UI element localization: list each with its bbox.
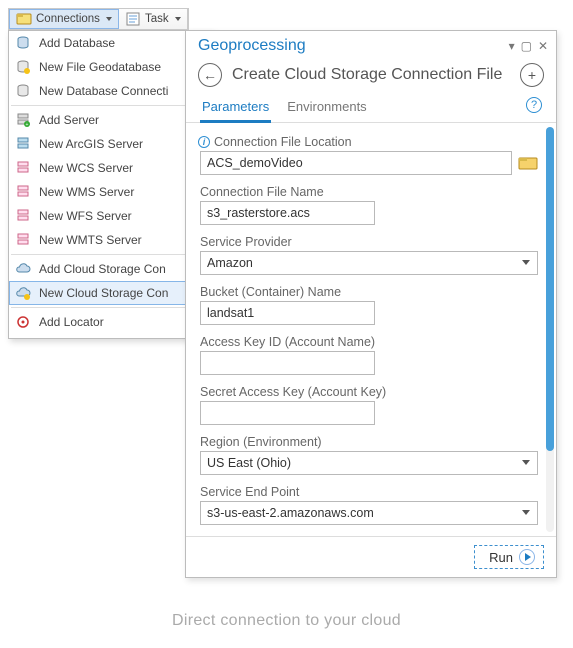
caption: Direct connection to your cloud [0, 612, 573, 630]
bucket-name-input[interactable] [200, 301, 375, 325]
toolbar: Connections Task [8, 8, 189, 30]
autohide-icon[interactable]: ▾ [509, 39, 515, 53]
browse-folder-icon[interactable] [518, 155, 538, 171]
field-endpoint: Service End Point [200, 485, 538, 525]
menu-separator [11, 105, 211, 106]
menu-separator [11, 254, 211, 255]
field-access-key: Access Key ID (Account Name) [200, 335, 538, 375]
menu-item-new-file-gdb[interactable]: New File Geodatabase [9, 55, 213, 79]
task-label: Task [145, 13, 169, 25]
menu-item-new-arcgis-server[interactable]: New ArcGIS Server [9, 132, 213, 156]
menu-item-label: Add Database [39, 36, 115, 50]
cloud-add-icon [15, 261, 31, 277]
menu-item-label: Add Locator [39, 315, 104, 329]
field-label: Access Key ID (Account Name) [200, 335, 375, 349]
secret-key-input[interactable] [200, 401, 375, 425]
connections-icon [16, 11, 32, 27]
panel-titlebar: Geoprocessing ▾ ▢ ✕ [186, 31, 556, 57]
field-bucket-name: Bucket (Container) Name [200, 285, 538, 325]
field-label: Region (Environment) [200, 435, 322, 449]
add-button[interactable]: + [520, 63, 544, 87]
back-button[interactable]: ← [198, 63, 222, 87]
locator-icon [15, 314, 31, 330]
server-icon [15, 208, 31, 224]
endpoint-input[interactable] [200, 501, 538, 525]
window-buttons: ▾ ▢ ✕ [509, 39, 548, 53]
scrollbar-thumb[interactable] [546, 127, 554, 451]
menu-item-label: Add Server [39, 113, 99, 127]
menu-item-label: New WMTS Server [39, 233, 142, 247]
panel-footer: Run [186, 536, 556, 577]
info-icon[interactable]: i [198, 136, 210, 148]
close-icon[interactable]: ✕ [538, 39, 548, 53]
menu-item-label: New Cloud Storage Con [39, 286, 168, 300]
chevron-down-icon [106, 17, 112, 21]
svg-text:+: + [26, 122, 29, 128]
menu-item-label: New WMS Server [39, 185, 134, 199]
field-connection-location: i Connection File Location [200, 135, 538, 175]
tabs: Parameters Environments ? [186, 95, 556, 123]
play-icon [519, 549, 535, 565]
database-add-icon [15, 35, 31, 51]
server-icon [15, 136, 31, 152]
region-select[interactable] [200, 451, 538, 475]
chevron-down-icon [175, 17, 181, 21]
connections-dropdown: Add Database New File Geodatabase New Da… [8, 30, 214, 339]
menu-item-label: New WCS Server [39, 161, 133, 175]
help-icon[interactable]: ? [526, 97, 542, 113]
field-label: Secret Access Key (Account Key) [200, 385, 386, 399]
server-icon [15, 160, 31, 176]
form-area: i Connection File Location Connection Fi… [186, 123, 556, 536]
menu-item-add-database[interactable]: Add Database [9, 31, 213, 55]
menu-item-label: New File Geodatabase [39, 60, 161, 74]
connections-label: Connections [36, 13, 100, 25]
field-label: Connection File Name [200, 185, 324, 199]
task-icon [125, 11, 141, 27]
task-menu-button[interactable]: Task [119, 9, 188, 29]
menu-item-add-server[interactable]: + Add Server [9, 108, 213, 132]
connection-location-input[interactable] [200, 151, 512, 175]
menu-item-label: New Database Connecti [39, 84, 168, 98]
tab-environments[interactable]: Environments [285, 95, 368, 122]
connection-name-input[interactable] [200, 201, 375, 225]
server-add-icon: + [15, 112, 31, 128]
scrollbar[interactable] [546, 127, 554, 532]
field-label: Bucket (Container) Name [200, 285, 341, 299]
connections-menu-button[interactable]: Connections [9, 9, 119, 29]
menu-item-add-cloud-storage[interactable]: Add Cloud Storage Con [9, 257, 213, 281]
menu-item-new-wms-server[interactable]: New WMS Server [9, 180, 213, 204]
access-key-input[interactable] [200, 351, 375, 375]
geoprocessing-panel: Geoprocessing ▾ ▢ ✕ ← Create Cloud Stora… [185, 30, 557, 578]
service-provider-select[interactable] [200, 251, 538, 275]
menu-item-new-cloud-storage[interactable]: New Cloud Storage Con [9, 281, 213, 305]
server-icon [15, 184, 31, 200]
database-conn-icon [15, 83, 31, 99]
panel-title: Geoprocessing [198, 37, 306, 55]
field-label: Service End Point [200, 485, 299, 499]
menu-item-new-wmts-server[interactable]: New WMTS Server [9, 228, 213, 252]
menu-item-new-wfs-server[interactable]: New WFS Server [9, 204, 213, 228]
tool-header: ← Create Cloud Storage Connection File + [186, 57, 556, 95]
menu-item-label: New WFS Server [39, 209, 132, 223]
tab-parameters[interactable]: Parameters [200, 95, 271, 123]
tool-title: Create Cloud Storage Connection File [232, 66, 510, 84]
database-new-icon [15, 59, 31, 75]
field-service-provider: Service Provider [200, 235, 538, 275]
menu-separator [11, 307, 211, 308]
field-connection-name: Connection File Name [200, 185, 538, 225]
run-button[interactable]: Run [474, 545, 544, 569]
field-label: Service Provider [200, 235, 292, 249]
cloud-new-icon [15, 285, 31, 301]
field-label: Connection File Location [214, 135, 352, 149]
server-icon [15, 232, 31, 248]
menu-item-label: Add Cloud Storage Con [39, 262, 166, 276]
maximize-icon[interactable]: ▢ [521, 39, 532, 53]
menu-item-add-locator[interactable]: Add Locator [9, 310, 213, 334]
field-secret-key: Secret Access Key (Account Key) [200, 385, 538, 425]
run-label: Run [489, 550, 513, 565]
menu-item-new-db-conn[interactable]: New Database Connecti [9, 79, 213, 103]
menu-item-label: New ArcGIS Server [39, 137, 143, 151]
field-region: Region (Environment) [200, 435, 538, 475]
menu-item-new-wcs-server[interactable]: New WCS Server [9, 156, 213, 180]
